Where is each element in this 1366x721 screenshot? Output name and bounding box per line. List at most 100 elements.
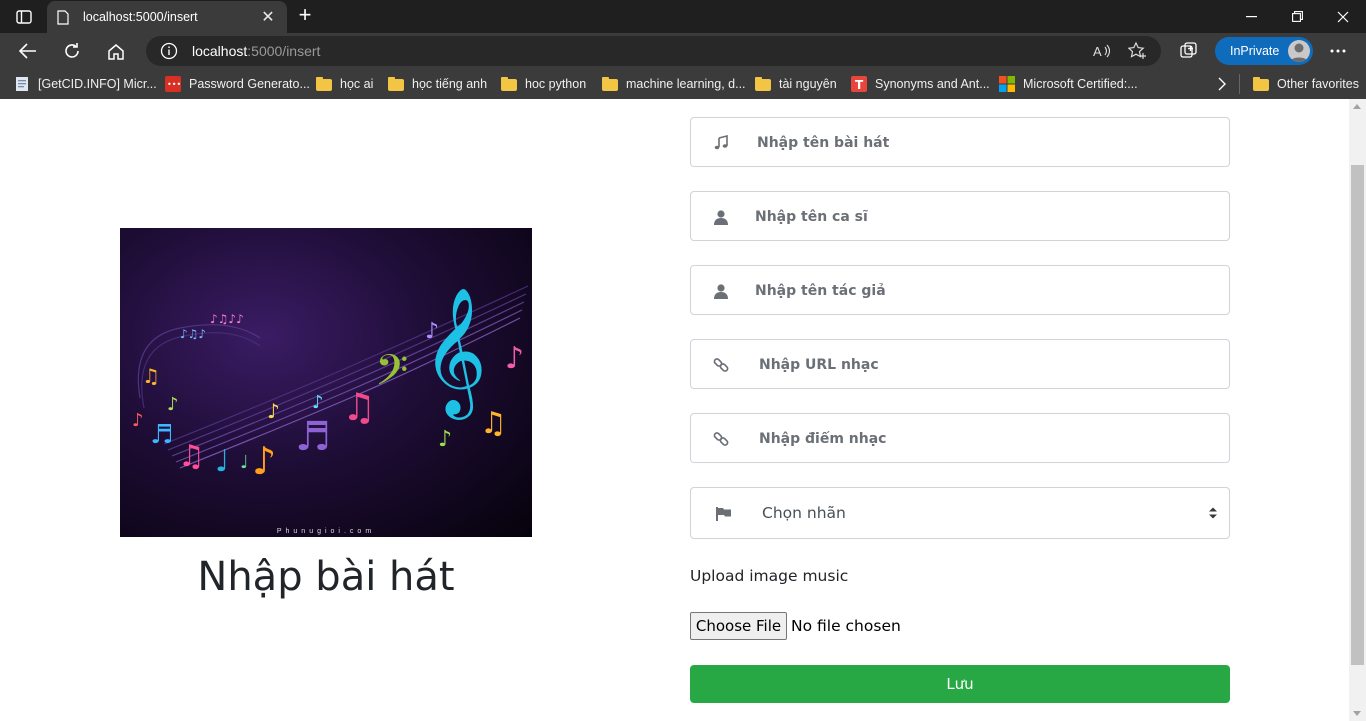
- folder-icon: [755, 77, 771, 91]
- favorite-item[interactable]: học tiếng anh: [388, 76, 487, 92]
- poster-caption: Phunugioi.com: [276, 528, 376, 535]
- folder-icon: [501, 77, 517, 91]
- music-score-group[interactable]: [690, 413, 1230, 463]
- svg-text:♫: ♫: [142, 364, 160, 388]
- favorite-item[interactable]: tài nguyên: [755, 76, 837, 92]
- folder-icon: [316, 77, 332, 91]
- browser-tab-active[interactable]: localhost:5000/insert ✕: [47, 1, 287, 33]
- svg-text:♪♫♪: ♪♫♪: [180, 327, 206, 341]
- song-name-input[interactable]: [757, 130, 1197, 156]
- svg-text:♫: ♫: [178, 439, 205, 474]
- upload-image-label: Upload image music: [690, 567, 849, 585]
- user-icon: [711, 281, 731, 301]
- singer-group[interactable]: [690, 191, 1230, 241]
- favorites-divider: [1239, 74, 1240, 94]
- music-url-input[interactable]: [759, 352, 1199, 378]
- folder-icon: [388, 77, 404, 91]
- singer-input[interactable]: [755, 204, 1195, 230]
- select-caret-icon: [1209, 506, 1217, 520]
- svg-text:♬: ♬: [295, 414, 331, 460]
- favorites-bar: [GetCID.INFO] Micr... ••• Password Gener…: [0, 69, 1366, 99]
- author-input[interactable]: [755, 278, 1195, 304]
- svg-text:♪: ♪: [252, 439, 276, 483]
- page-title: Nhập bài hát: [197, 554, 455, 600]
- favorite-item[interactable]: machine learning, d...: [602, 76, 746, 92]
- favorite-item[interactable]: hoc python: [501, 76, 586, 92]
- thesaurus-icon: T: [851, 76, 867, 92]
- svg-text:♪: ♪: [132, 410, 144, 431]
- chevron-right-icon[interactable]: [1218, 76, 1226, 92]
- choose-file-button[interactable]: Choose File: [690, 612, 787, 640]
- svg-text:♩: ♩: [215, 444, 229, 479]
- back-icon[interactable]: [14, 37, 42, 65]
- restore-icon[interactable]: [1274, 0, 1320, 33]
- page-icon: [14, 76, 30, 92]
- label-select-value: Chọn nhãn: [762, 504, 846, 522]
- scrollbar-thumb[interactable]: [1351, 165, 1364, 665]
- page-icon: [57, 9, 71, 25]
- svg-text:♪♫♪♪: ♪♫♪♪: [210, 312, 244, 326]
- svg-text:♪: ♪: [312, 392, 324, 413]
- tab-title: localhost:5000/insert: [83, 10, 198, 24]
- svg-text:♪: ♪: [425, 319, 439, 344]
- svg-text:𝄢: 𝄢: [375, 346, 408, 406]
- site-info-icon[interactable]: [160, 42, 178, 60]
- scroll-up-icon[interactable]: [1353, 104, 1361, 109]
- scroll-down-icon[interactable]: [1353, 711, 1361, 716]
- label-select[interactable]: Chọn nhãn: [690, 487, 1230, 539]
- read-aloud-icon[interactable]: A: [1092, 41, 1112, 61]
- svg-text:♪: ♪: [438, 427, 452, 452]
- music-note-icon: [711, 133, 731, 153]
- browser-tab-bar: localhost:5000/insert ✕ +: [0, 0, 1366, 33]
- music-score-input[interactable]: [759, 426, 1199, 452]
- svg-text:♩: ♩: [240, 452, 249, 473]
- svg-text:T: T: [855, 78, 864, 92]
- new-tab-icon[interactable]: +: [294, 4, 316, 27]
- favorite-item[interactable]: ••• Password Generato...: [165, 76, 310, 92]
- flag-icon: [714, 504, 734, 524]
- song-name-group[interactable]: [690, 117, 1230, 167]
- collections-icon[interactable]: [1175, 37, 1203, 65]
- favorite-item[interactable]: T Synonyms and Ant...: [851, 76, 990, 92]
- close-tab-icon[interactable]: ✕: [259, 7, 277, 27]
- minimize-icon[interactable]: [1228, 0, 1274, 33]
- favorite-item[interactable]: [GetCID.INFO] Micr...: [14, 76, 157, 92]
- link-icon: [711, 355, 731, 375]
- music-poster-image: 𝄞 𝄢 ♫ ♬ ♪ ♩ ♫ ♬ ♫ ♪ ♪ ♪ ♪ ♫ ♪ ♪ ♪ ♩ ♪♫♪ …: [120, 228, 532, 537]
- inprivate-badge[interactable]: InPrivate: [1215, 37, 1313, 65]
- save-button[interactable]: Lưu: [690, 665, 1230, 703]
- music-url-group[interactable]: [690, 339, 1230, 389]
- close-window-icon[interactable]: [1320, 0, 1366, 33]
- address-bar[interactable]: localhost:5000/insert A: [146, 36, 1161, 66]
- link-icon: [711, 429, 731, 449]
- page-viewport: 𝄞 𝄢 ♫ ♬ ♪ ♩ ♫ ♬ ♫ ♪ ♪ ♪ ♪ ♫ ♪ ♪ ♪ ♩ ♪♫♪ …: [0, 99, 1366, 721]
- tab-actions-icon[interactable]: [10, 6, 38, 28]
- profile-avatar: [1288, 40, 1310, 62]
- browser-toolbar: localhost:5000/insert A InPrivate: [0, 33, 1366, 69]
- svg-text:♬: ♬: [150, 420, 173, 450]
- settings-more-icon[interactable]: [1324, 37, 1352, 65]
- user-icon: [711, 207, 731, 227]
- svg-text:•••: •••: [167, 80, 181, 89]
- folder-icon: [602, 77, 618, 91]
- file-status: No file chosen: [791, 617, 901, 635]
- home-icon[interactable]: [102, 37, 130, 65]
- favorite-item[interactable]: học ai: [316, 76, 373, 92]
- folder-icon: [1253, 77, 1269, 91]
- svg-text:♫: ♫: [342, 385, 376, 429]
- page-scrollbar[interactable]: [1349, 99, 1366, 721]
- svg-text:♪: ♪: [505, 341, 524, 376]
- svg-text:♫: ♫: [480, 406, 507, 441]
- address-url: localhost:5000/insert: [192, 43, 321, 59]
- refresh-icon[interactable]: [58, 37, 86, 65]
- other-favorites[interactable]: Other favorites: [1253, 76, 1359, 92]
- add-favorite-icon[interactable]: [1128, 41, 1148, 61]
- password-icon: •••: [165, 76, 181, 92]
- svg-text:♪: ♪: [267, 399, 280, 423]
- microsoft-icon: [999, 76, 1015, 92]
- favorite-item[interactable]: Microsoft Certified:...: [999, 76, 1138, 92]
- svg-text:𝄞: 𝄞: [422, 286, 487, 420]
- svg-text:♪: ♪: [167, 394, 179, 415]
- svg-text:A: A: [1093, 44, 1102, 59]
- author-group[interactable]: [690, 265, 1230, 315]
